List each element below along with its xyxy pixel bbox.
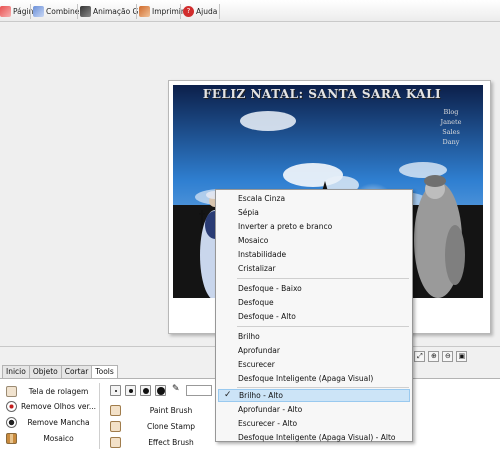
tool-label: Mosaico (43, 433, 74, 443)
imprimir-button[interactable]: Imprimir (139, 4, 184, 19)
brush-color-field[interactable] (186, 385, 212, 396)
mosaico-tool[interactable]: Mosaico (6, 431, 96, 445)
menu-separator (237, 326, 409, 327)
eye-icon (6, 400, 17, 412)
brush-size-2[interactable] (125, 385, 136, 396)
paint-brush-icon (110, 404, 121, 416)
menu-item-cristalizar[interactable]: Cristalizar (218, 262, 410, 275)
help-icon: ? (183, 6, 194, 17)
tool-label: Effect Brush (148, 437, 194, 447)
menu-item-desfoque[interactable]: Desfoque (218, 296, 410, 309)
blog-tag-line: Sales (442, 128, 460, 136)
menu-separator (237, 278, 409, 279)
eyedropper-icon[interactable]: ✎ (172, 384, 180, 394)
toolbar-divider (77, 4, 78, 19)
fit-screen-icon[interactable]: ⤢ (414, 350, 426, 362)
menu-item-brilho[interactable]: Brilho (218, 330, 410, 343)
combine-button[interactable]: Combine (33, 4, 79, 19)
brush-size-3[interactable] (140, 385, 151, 396)
tab-cortar[interactable]: Cortar (60, 365, 93, 378)
printer-icon (139, 6, 150, 17)
menu-item-mosaico[interactable]: Mosaico (218, 234, 410, 247)
animacao-gif-button[interactable]: Animação Gif (80, 4, 143, 19)
remove-olhos-vermelhos-tool[interactable]: Remove Olhos ver... (6, 399, 96, 413)
checkmark-icon: ✓ (224, 390, 232, 400)
menu-item-label: Brilho - Alto (239, 391, 283, 400)
mosaic-icon (6, 432, 17, 444)
zoom-out-icon[interactable]: ⊖ (442, 350, 454, 362)
menu-separator (237, 387, 409, 388)
paint-brush-tool[interactable]: Paint Brush (110, 403, 217, 417)
combine-label: Combine (46, 7, 80, 16)
page-icon (0, 6, 11, 17)
menu-item-escurecer-alto[interactable]: Escurecer - Alto (218, 417, 410, 430)
ajuda-label: Ajuda (196, 7, 218, 16)
menu-item-brilho-alto[interactable]: ✓ Brilho - Alto (218, 389, 410, 402)
zoom-in-icon[interactable]: ⊕ (428, 350, 440, 362)
menu-item-escala-cinza[interactable]: Escala Cinza (218, 192, 410, 205)
toolbar-divider (219, 4, 220, 19)
blog-tag-line: Dany (442, 138, 460, 146)
toolbar-divider (180, 4, 181, 19)
tools-divider (99, 383, 100, 449)
blog-tag-line: Blog (443, 108, 459, 116)
effect-brush-icon (110, 436, 121, 448)
menu-item-aprofundar[interactable]: Aprofundar (218, 344, 410, 357)
blog-tag: Blog Janete Sales Dany (427, 107, 475, 147)
bottom-tabs: Inicio Objeto Cortar Tools (2, 365, 118, 379)
tool-label: Remove Olhos ver... (21, 401, 97, 411)
tool-label: Clone Stamp (146, 421, 196, 431)
ajuda-button[interactable]: ? Ajuda (183, 4, 217, 19)
spot-icon (6, 416, 17, 428)
menu-item-inverter-preto-branco[interactable]: Inverter a preto e branco (218, 220, 410, 233)
clone-stamp-icon (110, 420, 121, 432)
top-toolbar: Página Combine Animação Gif Imprimir ? A… (0, 0, 500, 22)
toolbar-divider (136, 4, 137, 19)
photo-title: FELIZ NATAL: SANTA SARA KALI (202, 87, 442, 101)
clone-stamp-tool[interactable]: Clone Stamp (110, 419, 217, 433)
blog-tag-line: Janete (440, 118, 462, 126)
menu-item-desfoque-inteligente-alto[interactable]: Desfoque Inteligente (Apaga Visual) - Al… (218, 431, 410, 444)
menu-item-aprofundar-alto[interactable]: Aprofundar - Alto (218, 403, 410, 416)
tool-label: Tela de rolagem (28, 386, 89, 396)
menu-item-desfoque-baixo[interactable]: Desfoque - Baixo (218, 282, 410, 295)
tab-inicio[interactable]: Inicio (2, 365, 30, 378)
tab-tools[interactable]: Tools (91, 365, 118, 379)
menu-item-desfoque-alto[interactable]: Desfoque - Alto (218, 310, 410, 323)
effects-context-menu: Escala Cinza Sépia Inverter a preto e br… (215, 189, 413, 442)
menu-item-instabilidade[interactable]: Instabilidade (218, 248, 410, 261)
brush-size-4[interactable] (155, 385, 166, 396)
hand-icon (6, 385, 17, 397)
effect-brush-tool[interactable]: Effect Brush (110, 435, 217, 449)
tool-label: Remove Mancha (27, 417, 90, 427)
menu-item-sepia[interactable]: Sépia (218, 206, 410, 219)
menu-item-desfoque-inteligente[interactable]: Desfoque Inteligente (Apaga Visual) (218, 372, 410, 385)
toolbar-divider (30, 4, 31, 19)
film-icon (80, 6, 91, 17)
menu-item-escurecer[interactable]: Escurecer (218, 358, 410, 371)
tab-objeto[interactable]: Objeto (28, 365, 62, 378)
tela-rolagem-tool[interactable]: Tela de rolagem (6, 384, 96, 398)
remove-mancha-tool[interactable]: Remove Mancha (6, 415, 96, 429)
tool-label: Paint Brush (149, 405, 193, 415)
brush-size-1[interactable] (110, 385, 121, 396)
zoom-actual-icon[interactable]: ▣ (456, 350, 468, 362)
combine-icon (33, 6, 44, 17)
